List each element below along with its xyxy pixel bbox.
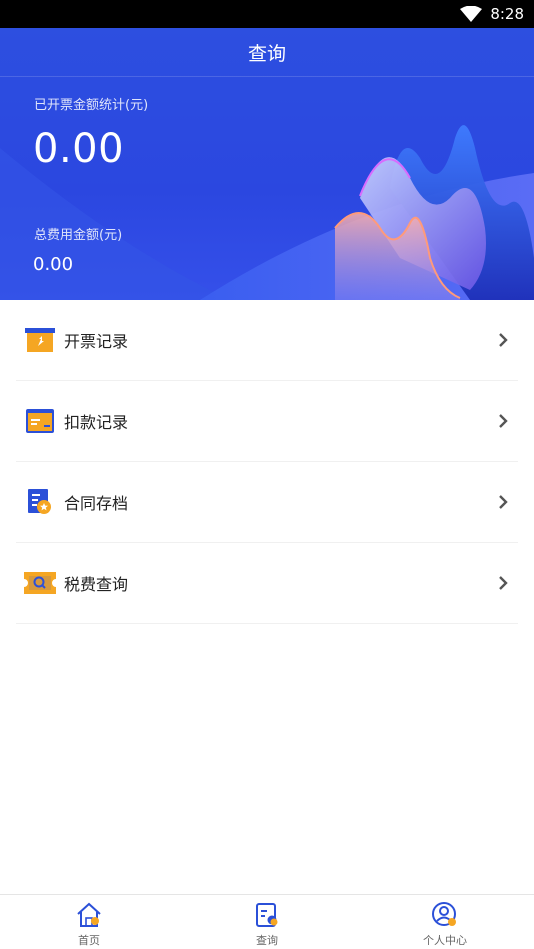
invoiced-amount-value: 0.00 xyxy=(33,126,125,172)
menu-item-deduction-records[interactable]: 扣款记录 xyxy=(16,381,518,462)
query-menu: 开票记录 扣款记录 合同存档 税费查询 xyxy=(0,300,534,624)
profile-icon xyxy=(432,902,456,926)
bottom-tab-bar: 首页 查询 个人中心 xyxy=(0,894,534,949)
menu-item-label: 扣款记录 xyxy=(64,413,129,432)
menu-item-invoice-records[interactable]: 开票记录 xyxy=(16,300,518,381)
home-icon xyxy=(77,902,101,927)
tab-profile[interactable]: 个人中心 xyxy=(356,895,534,949)
menu-item-contract-archive[interactable]: 合同存档 xyxy=(16,462,518,543)
chevron-right-icon xyxy=(499,333,508,347)
header-divider xyxy=(0,76,534,77)
status-bar: 8:28 xyxy=(0,0,534,28)
tab-label: 首页 xyxy=(78,934,100,947)
tax-search-icon xyxy=(24,569,56,597)
tab-label: 查询 xyxy=(256,934,278,947)
summary-header: 查询 已开票金额统计(元) 0.00 总费用金额(元) 0.00 xyxy=(0,28,534,300)
chevron-right-icon xyxy=(499,414,508,428)
tab-label: 个人中心 xyxy=(423,934,467,947)
query-icon xyxy=(256,903,278,927)
app-root: 8:28 查询 已开票金额统计(元) 0.00 总费用金额(元) 0.00 开票… xyxy=(0,0,534,949)
chevron-right-icon xyxy=(499,576,508,590)
wifi-icon xyxy=(460,6,483,22)
menu-item-label: 合同存档 xyxy=(64,494,129,513)
invoice-icon xyxy=(24,326,56,354)
chevron-right-icon xyxy=(499,495,508,509)
menu-item-tax-query[interactable]: 税费查询 xyxy=(16,543,518,624)
page-title: 查询 xyxy=(247,42,286,65)
total-fee-value: 0.00 xyxy=(33,254,74,275)
status-time: 8:28 xyxy=(490,5,524,23)
tab-home[interactable]: 首页 xyxy=(0,895,178,949)
invoiced-amount-label: 已开票金额统计(元) xyxy=(34,98,149,113)
contract-icon xyxy=(24,488,56,516)
total-fee-label: 总费用金额(元) xyxy=(34,228,123,243)
tab-query[interactable]: 查询 xyxy=(178,895,356,949)
menu-item-label: 税费查询 xyxy=(64,575,129,594)
menu-item-label: 开票记录 xyxy=(64,332,129,351)
card-icon xyxy=(24,407,56,435)
